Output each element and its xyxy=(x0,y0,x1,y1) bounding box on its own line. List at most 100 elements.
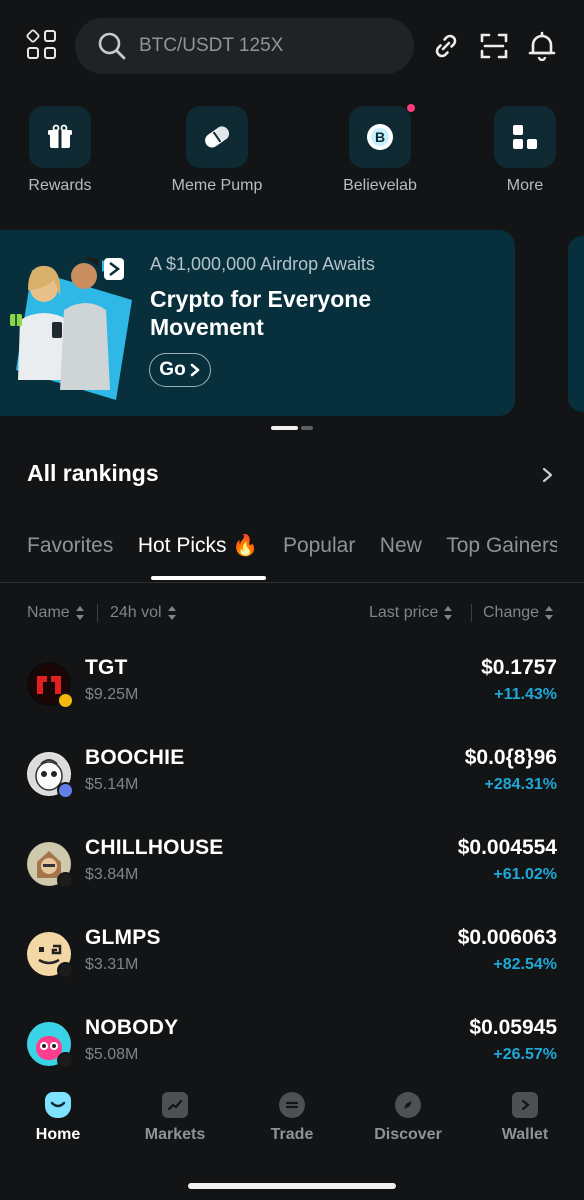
active-tab-indicator xyxy=(151,576,266,580)
token-row[interactable]: TGT $9.25M $0.1757 +11.43% xyxy=(0,648,584,738)
nav-label: Wallet xyxy=(501,1126,549,1143)
token-avatar-boochie xyxy=(27,752,74,799)
tab-popular[interactable]: Popular xyxy=(283,534,355,558)
ranking-tabs: Favorites Hot Picks 🔥 Popular New Top Ga… xyxy=(27,534,557,584)
chevron-right-icon[interactable] xyxy=(540,466,556,484)
next-banner-peek[interactable] xyxy=(568,236,584,412)
sort-icon xyxy=(545,606,554,620)
discover-icon xyxy=(395,1092,421,1118)
nav-label: Home xyxy=(35,1126,81,1143)
token-volume: $3.84M xyxy=(85,866,139,883)
link-icon[interactable] xyxy=(430,30,462,62)
sort-change[interactable]: Change xyxy=(483,604,554,622)
nav-trade[interactable]: Trade xyxy=(242,1092,342,1144)
quick-action-label: Believelab xyxy=(343,177,417,194)
home-icon xyxy=(45,1092,71,1118)
token-volume: $3.31M xyxy=(85,956,139,973)
token-avatar-glmps xyxy=(27,932,74,979)
promo-banner[interactable]: A $1,000,000 Airdrop Awaits Crypto for E… xyxy=(0,230,515,416)
sort-name[interactable]: Name xyxy=(27,604,84,622)
sort-last-price[interactable]: Last price xyxy=(369,604,453,622)
column-change-label: Change xyxy=(483,604,540,621)
banner-title: Crypto for Everyone Movement xyxy=(150,286,372,340)
more-action[interactable]: More xyxy=(465,106,584,195)
token-row[interactable]: BOOCHIE $5.14M $0.0{8}96 +284.31% xyxy=(0,738,584,828)
scan-icon[interactable] xyxy=(478,30,510,62)
pager-dot xyxy=(301,426,313,430)
bnb-chain-icon xyxy=(57,692,74,709)
token-price: $0.006063 xyxy=(457,926,557,949)
token-price: $0.1757 xyxy=(481,656,557,679)
banner-pager xyxy=(271,426,313,430)
meme-pump-action[interactable]: Meme Pump xyxy=(157,106,277,195)
token-volume: $5.14M xyxy=(85,776,139,793)
apps-icon xyxy=(494,106,556,168)
nav-markets[interactable]: Markets xyxy=(125,1092,225,1144)
token-volume: $9.25M xyxy=(85,686,139,703)
bell-icon[interactable] xyxy=(526,30,558,62)
tab-new[interactable]: New xyxy=(380,534,422,558)
quick-action-label: Meme Pump xyxy=(171,177,263,194)
nav-label: Trade xyxy=(270,1126,314,1143)
nav-home[interactable]: Home xyxy=(8,1092,108,1144)
token-change: +61.02% xyxy=(493,866,557,883)
token-avatar-tgt xyxy=(27,662,74,709)
home-indicator xyxy=(188,1183,396,1189)
token-change: +284.31% xyxy=(484,776,557,793)
believelab-action[interactable]: B Believelab xyxy=(320,104,440,195)
b-logo-icon: B xyxy=(349,104,415,168)
quick-action-label: Rewards xyxy=(28,177,92,194)
nav-label: Discover xyxy=(374,1126,442,1143)
sort-icon xyxy=(75,606,84,620)
nav-label: Markets xyxy=(144,1126,206,1143)
search-bar[interactable] xyxy=(75,18,414,74)
wallet-icon xyxy=(512,1092,538,1118)
divider xyxy=(471,604,472,622)
svg-text:B: B xyxy=(375,129,385,145)
token-price: $0.0{8}96 xyxy=(464,746,557,769)
trade-icon xyxy=(279,1092,305,1118)
token-change: +11.43% xyxy=(494,686,557,703)
top-bar xyxy=(0,18,584,76)
token-volume: $5.08M xyxy=(85,1046,139,1063)
notification-dot xyxy=(407,104,415,112)
pager-dot-active xyxy=(271,426,298,430)
tab-favorites[interactable]: Favorites xyxy=(27,534,113,558)
token-price: $0.004554 xyxy=(457,836,557,859)
column-name-label: Name xyxy=(27,604,70,621)
banner-go-button[interactable]: Go xyxy=(149,353,211,387)
token-price: $0.05945 xyxy=(469,1016,557,1039)
token-symbol: TGT xyxy=(85,656,128,679)
sol-chain-icon xyxy=(57,1052,74,1069)
markets-icon xyxy=(162,1092,188,1118)
sort-icon xyxy=(167,606,176,620)
search-icon xyxy=(98,32,126,60)
quick-actions: Rewards Meme Pump B Believelab More xyxy=(0,104,584,206)
search-input[interactable] xyxy=(139,35,389,57)
token-symbol: BOOCHIE xyxy=(85,746,185,769)
sort-icon xyxy=(444,606,453,620)
token-row[interactable]: GLMPS $3.31M $0.006063 +82.54% xyxy=(0,918,584,1008)
apps-grid-icon[interactable] xyxy=(25,28,59,62)
sort-volume[interactable]: 24h vol xyxy=(110,604,176,622)
divider xyxy=(97,604,98,622)
nav-discover[interactable]: Discover xyxy=(358,1092,458,1144)
eth-chain-icon xyxy=(57,782,74,799)
token-avatar-nobody xyxy=(27,1022,74,1069)
token-row[interactable]: CHILLHOUSE $3.84M $0.004554 +61.02% xyxy=(0,828,584,918)
chevron-right-icon xyxy=(190,363,199,377)
column-volume-label: 24h vol xyxy=(110,604,162,621)
rankings-title: All rankings xyxy=(27,460,159,486)
tab-hot-picks[interactable]: Hot Picks 🔥 xyxy=(138,534,259,558)
bottom-navigation: Home Markets Trade Discover Wallet xyxy=(0,1080,584,1200)
sol-chain-icon xyxy=(57,872,74,889)
nav-wallet[interactable]: Wallet xyxy=(475,1092,575,1144)
go-button-label: Go xyxy=(159,359,186,380)
tab-top-gainers[interactable]: Top Gainers xyxy=(446,534,557,558)
pill-icon xyxy=(186,106,248,168)
token-change: +82.54% xyxy=(493,956,557,973)
quick-action-label: More xyxy=(506,177,544,194)
token-avatar-chillhouse xyxy=(27,842,74,889)
rewards-action[interactable]: Rewards xyxy=(0,106,120,195)
column-price-label: Last price xyxy=(369,604,439,621)
